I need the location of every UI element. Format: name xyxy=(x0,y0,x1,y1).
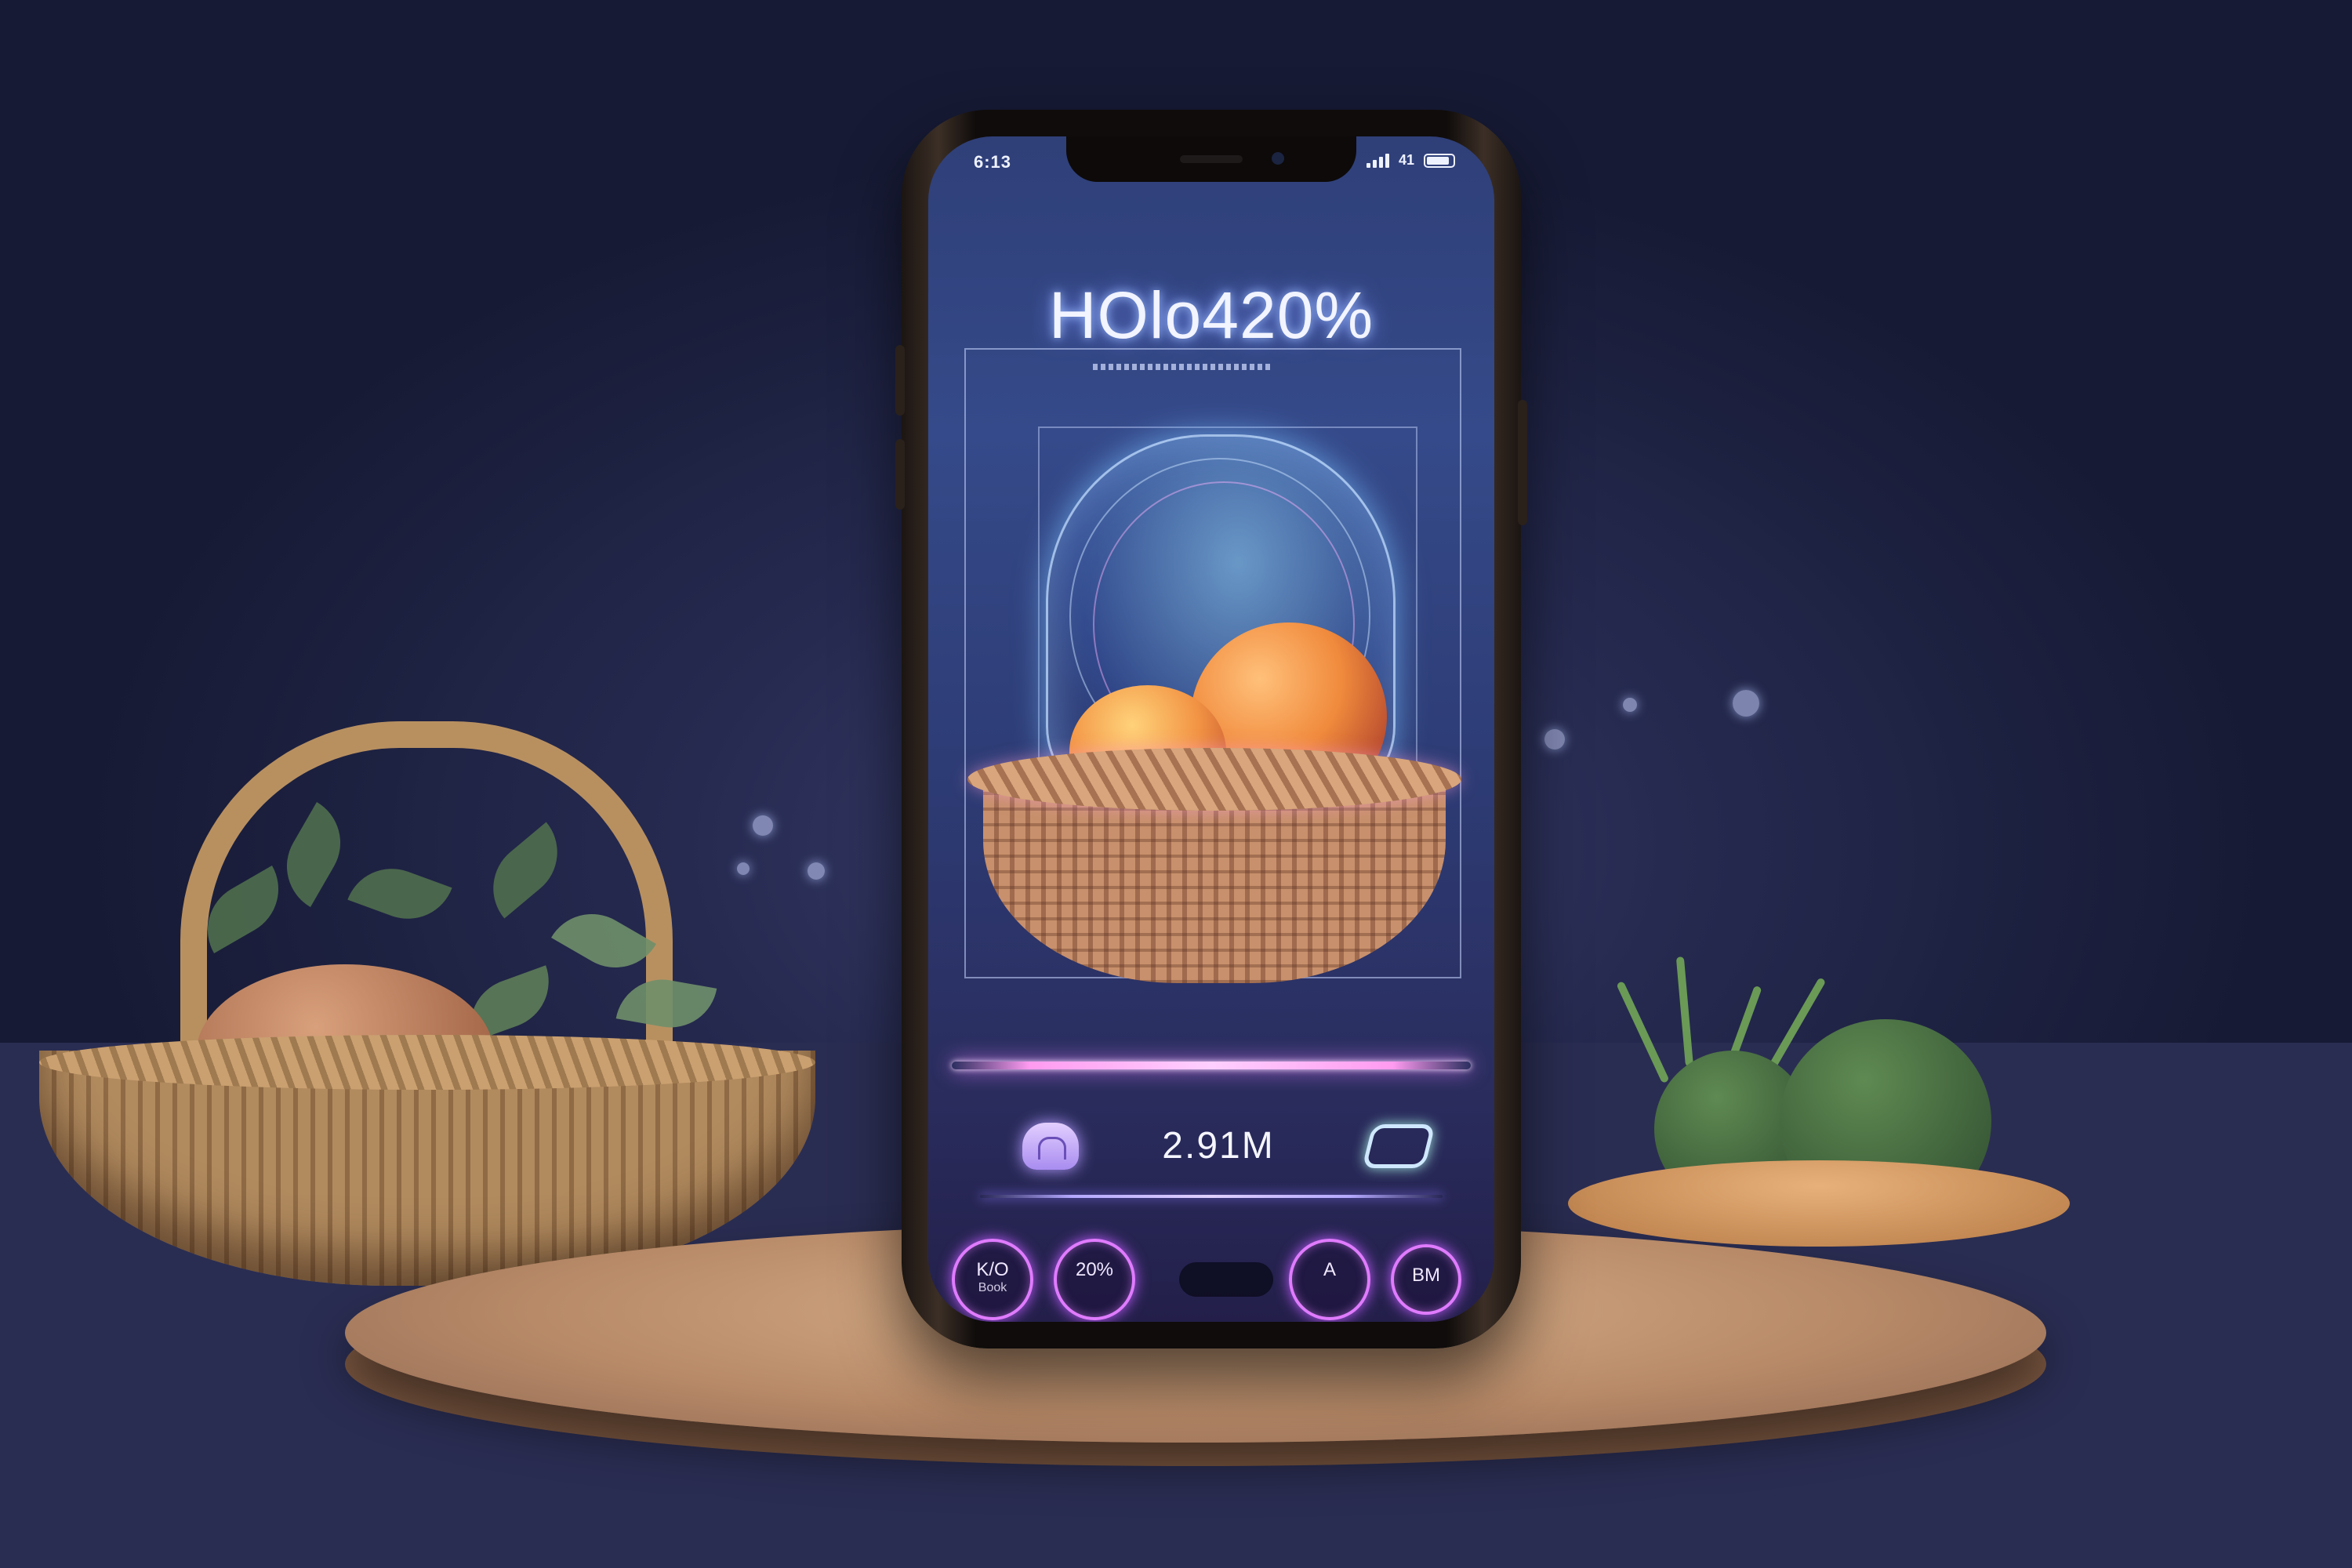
status-carrier: 41 xyxy=(1398,152,1414,168)
nav-button-label: 20% xyxy=(1075,1259,1114,1280)
nav-button-label: A xyxy=(1323,1259,1336,1280)
power-button xyxy=(1518,400,1527,525)
phone-screen: 6:13 41 HOlo420% 2.91M K/O Book 20% A BM xyxy=(928,136,1494,1322)
link-icon[interactable] xyxy=(1362,1124,1436,1168)
nav-button-1[interactable]: K/O Book xyxy=(952,1239,1033,1320)
volume-down-button xyxy=(895,439,905,510)
tag-icon[interactable] xyxy=(1022,1123,1079,1170)
status-indicators: 41 xyxy=(1366,152,1455,169)
nav-pill[interactable] xyxy=(1179,1262,1273,1297)
info-row: 2.91M xyxy=(928,1109,1494,1187)
speaker xyxy=(1180,155,1243,163)
divider xyxy=(980,1195,1443,1198)
nav-button-4[interactable]: BM xyxy=(1391,1244,1461,1315)
decor-plant-right xyxy=(1568,925,2070,1254)
nav-button-label: BM xyxy=(1412,1265,1440,1286)
notch xyxy=(1066,136,1356,182)
particle xyxy=(1623,698,1637,712)
info-value: 2.91M xyxy=(1162,1125,1275,1167)
front-camera xyxy=(1272,152,1284,165)
plant-dish xyxy=(1568,1160,2070,1247)
particle xyxy=(1733,690,1759,717)
glow-divider xyxy=(952,1062,1471,1069)
nav-button-3[interactable]: A xyxy=(1289,1239,1370,1320)
decor-basket-left xyxy=(39,721,823,1286)
frame-caption xyxy=(1093,364,1273,370)
particle xyxy=(1544,729,1565,750)
volume-up-button xyxy=(895,345,905,416)
page-title: HOlo420% xyxy=(1048,278,1374,352)
status-time: 6:13 xyxy=(974,152,1012,172)
battery-icon xyxy=(1424,153,1455,168)
smartphone: 6:13 41 HOlo420% 2.91M K/O Book 20% A BM xyxy=(895,110,1527,1348)
product-basket xyxy=(967,748,1461,991)
basket-rim xyxy=(39,1035,815,1090)
nav-button-label: K/O xyxy=(976,1259,1009,1280)
basket-rim xyxy=(967,748,1461,811)
signal-icon xyxy=(1366,153,1389,168)
nav-button-2[interactable]: 20% xyxy=(1054,1239,1135,1320)
nav-button-sublabel: Book xyxy=(978,1281,1007,1294)
